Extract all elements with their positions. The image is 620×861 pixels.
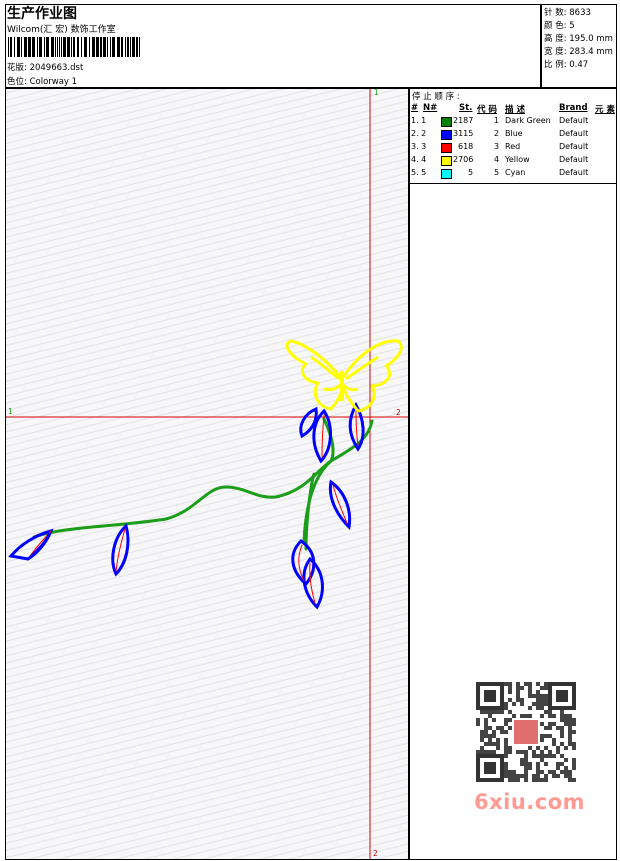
row-stitches: 2706 <box>453 155 474 164</box>
row-stitches: 618 <box>458 142 474 151</box>
marker-top: 1 <box>374 88 379 97</box>
col-brand: Brand <box>559 103 588 113</box>
row-description: Cyan <box>505 168 526 177</box>
row-code: 3 <box>494 142 500 151</box>
barcode <box>8 37 140 57</box>
col-stitches: St. <box>459 103 473 113</box>
marker-right: 2 <box>396 408 401 417</box>
row-description: Yellow <box>505 155 530 164</box>
table-row[interactable]: 1. 1 2187 1 Dark Green Default <box>410 116 618 129</box>
qr-code <box>470 682 582 782</box>
color-swatch <box>441 143 452 153</box>
color-count: 颜 色: 5 <box>544 21 575 31</box>
color-swatch <box>441 117 452 127</box>
marker-left: 1 <box>8 407 13 416</box>
col-needle: N# <box>423 103 438 113</box>
row-brand: Default <box>559 129 589 138</box>
row-code: 5 <box>494 168 500 177</box>
row-stitches: 2187 <box>453 116 474 125</box>
row-brand: Default <box>559 142 589 151</box>
row-stitches: 3115 <box>453 129 474 138</box>
butterfly <box>285 339 403 413</box>
row-number: 3. 3 <box>411 142 427 151</box>
row-stitches: 5 <box>468 168 474 177</box>
color-swatch <box>441 130 452 140</box>
design-width: 宽 度: 283.4 mm <box>544 47 613 57</box>
marker-bottom: 2 <box>373 849 378 858</box>
row-number: 2. 2 <box>411 129 427 138</box>
watermark-logo: 6xiu.com <box>474 790 586 814</box>
table-divider <box>410 183 616 184</box>
table-row[interactable]: 4. 4 2706 4 Yellow Default <box>410 155 618 168</box>
stem <box>32 417 374 551</box>
design-canvas[interactable]: 1 1 2 2 <box>5 88 409 860</box>
row-brand: Default <box>559 168 589 177</box>
stitch-count: 针 数: 8633 <box>544 8 591 18</box>
color-swatch <box>441 169 452 179</box>
table-row[interactable]: 3. 3 618 3 Red Default <box>410 142 618 155</box>
embroidery-design <box>6 89 408 859</box>
col-index: # <box>411 103 419 113</box>
company-name: Wilcom(汇 宏) 数饰工作室 <box>7 25 116 35</box>
row-brand: Default <box>559 155 589 164</box>
row-code: 2 <box>494 129 500 138</box>
table-row[interactable]: 2. 2 3115 2 Blue Default <box>410 129 618 142</box>
color-swatch <box>441 156 452 166</box>
colorway: 色位: Colorway 1 <box>7 77 78 87</box>
row-description: Dark Green <box>505 116 551 125</box>
table-row[interactable]: 5. 5 5 5 Cyan Default <box>410 168 618 181</box>
design-scale: 比 例: 0.47 <box>544 60 589 70</box>
row-brand: Default <box>559 116 589 125</box>
row-number: 4. 4 <box>411 155 427 164</box>
row-code: 1 <box>494 116 500 125</box>
design-height: 高 度: 195.0 mm <box>544 34 613 44</box>
row-number: 5. 5 <box>411 168 427 177</box>
page-title: 生产作业图 <box>7 6 77 22</box>
col-element: 元 素 <box>595 105 615 115</box>
row-description: Blue <box>505 129 523 138</box>
seal-stamp <box>514 720 538 744</box>
row-code: 4 <box>494 155 500 164</box>
col-code: 代 码 <box>477 105 497 115</box>
row-number: 1. 1 <box>411 116 427 125</box>
row-description: Red <box>505 142 521 151</box>
col-description: 描 述 <box>505 105 525 115</box>
design-file: 花版: 2049663.dst <box>7 63 84 73</box>
sequence-label: 停 止 顺 序 : <box>412 92 460 102</box>
leaves <box>8 401 365 610</box>
